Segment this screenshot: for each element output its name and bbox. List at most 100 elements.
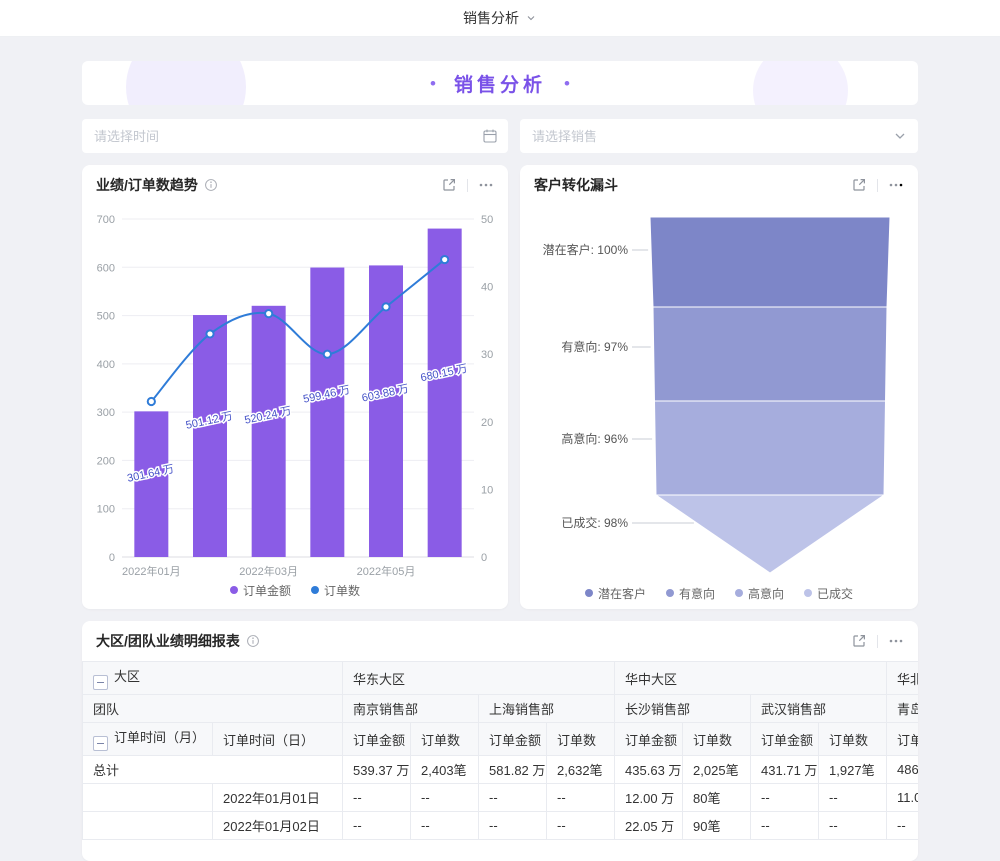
svg-text:2022年01月: 2022年01月 <box>122 564 181 577</box>
collapse-icon[interactable] <box>93 736 108 751</box>
svg-text:50: 50 <box>481 214 493 226</box>
funnel-legend: 潜在客户 有意向 高意向 已成交 <box>520 580 918 606</box>
topbar: 销售分析 <box>0 0 1000 37</box>
table-cell: -- <box>479 784 547 812</box>
funnel-title-text: 客户转化漏斗 <box>534 175 618 195</box>
export-icon[interactable] <box>441 177 457 193</box>
table-cell: -- <box>819 812 887 840</box>
team-label: 团队 <box>83 695 343 723</box>
region-col: 华北大 <box>887 662 918 695</box>
measure-header-row: 订单时间（月） 订单时间（日） 订单金额 订单数 订单金额 订单数 订单金额 订… <box>83 723 919 756</box>
card-actions <box>441 177 494 193</box>
legend-dot <box>311 586 319 594</box>
legend-item[interactable]: 订单数 <box>311 582 360 599</box>
table-row: 2022年01月01日 -- -- -- -- 12.00 万 80笔 -- -… <box>83 784 919 812</box>
report-title-text: 大区/团队业绩明细报表 <box>96 631 240 651</box>
export-icon[interactable] <box>851 177 867 193</box>
more-icon[interactable] <box>478 177 494 193</box>
trend-chart: 0100200300400500600700010203040502022年01… <box>82 205 508 577</box>
dashboard: • 销售分析 • 业绩/订单数趋势 <box>82 61 918 861</box>
table-cell: -- <box>411 812 479 840</box>
measure-col: 订单金额 <box>615 723 683 756</box>
date-cell: 2022年01月02日 <box>213 812 343 840</box>
charts-row: 业绩/订单数趋势 0100200300400500600700010203040… <box>82 165 918 609</box>
card-actions <box>851 633 904 649</box>
measure-col: 订单数 <box>411 723 479 756</box>
team-col: 南京销售部 <box>343 695 479 723</box>
table-cell: 431.71 万 <box>751 756 819 784</box>
funnel-card-title: 客户转化漏斗 <box>534 175 618 195</box>
legend-label: 订单金额 <box>243 582 291 599</box>
svg-text:400: 400 <box>97 359 115 371</box>
more-icon[interactable] <box>888 633 904 649</box>
info-icon[interactable] <box>204 178 218 192</box>
legend-dot <box>735 589 743 597</box>
table-cell: 2,632笔 <box>547 756 615 784</box>
legend-item[interactable]: 有意向 <box>666 585 715 602</box>
measure-col: 订单金额 <box>479 723 547 756</box>
more-icon[interactable] <box>888 177 904 193</box>
svg-text:有意向: 97%: 有意向: 97% <box>561 339 628 354</box>
measure-col: 订单数 <box>819 723 887 756</box>
region-header-cell: 大区 <box>83 662 343 695</box>
region-col: 华东大区 <box>343 662 615 695</box>
table-cell: 11.07 <box>887 784 918 812</box>
trend-card-title: 业绩/订单数趋势 <box>96 175 218 195</box>
svg-text:200: 200 <box>97 455 115 467</box>
table-cell: -- <box>343 784 411 812</box>
team-col: 武汉销售部 <box>751 695 887 723</box>
sales-filter[interactable] <box>520 119 918 153</box>
collapse-icon[interactable] <box>93 675 108 690</box>
table-cell: -- <box>751 784 819 812</box>
table-cell: 539.37 万 <box>343 756 411 784</box>
page-switcher[interactable]: 销售分析 <box>463 8 537 28</box>
table-cell: 581.82 万 <box>479 756 547 784</box>
info-icon[interactable] <box>246 634 260 648</box>
banner: • 销售分析 • <box>82 61 918 105</box>
legend-item[interactable]: 订单金额 <box>230 582 291 599</box>
date-cell: 2022年01月01日 <box>213 784 343 812</box>
row-label <box>83 812 213 840</box>
export-icon[interactable] <box>851 633 867 649</box>
time-filter-input[interactable] <box>82 119 508 153</box>
table-cell: 80笔 <box>683 784 751 812</box>
divider <box>467 179 468 192</box>
page: { "topbar": { "title": "销售分析" }, "banner… <box>0 0 1000 800</box>
svg-text:600: 600 <box>97 262 115 274</box>
table-row: 2022年01月02日 -- -- -- -- 22.05 万 90笔 -- -… <box>83 812 919 840</box>
table-cell: -- <box>547 784 615 812</box>
measure-col: 订单数 <box>683 723 751 756</box>
funnel-chart: 潜在客户: 100%有意向: 97%高意向: 96%已成交: 98% <box>520 205 918 580</box>
table-cell: -- <box>819 784 887 812</box>
svg-text:10: 10 <box>481 484 493 496</box>
filter-bar <box>82 119 918 153</box>
legend-item[interactable]: 高意向 <box>735 585 784 602</box>
banner-dot-right: • <box>564 75 570 92</box>
trend-card-header: 业绩/订单数趋势 <box>82 165 508 205</box>
svg-text:高意向: 96%: 高意向: 96% <box>561 431 628 446</box>
sales-filter-input[interactable] <box>520 119 918 153</box>
report-card: 大区/团队业绩明细报表 <box>82 621 918 861</box>
svg-text:300: 300 <box>97 407 115 419</box>
table-cell: 1,927笔 <box>819 756 887 784</box>
report-table: 大区 华东大区 华中大区 华北大 团队 南京销售部 上海销售部 长沙销售部 武汉… <box>82 661 918 840</box>
legend-label: 有意向 <box>679 585 715 602</box>
legend-label: 已成交 <box>817 585 853 602</box>
team-col: 上海销售部 <box>479 695 615 723</box>
team-col: 青岛销 <box>887 695 918 723</box>
row-label <box>83 784 213 812</box>
legend-dot <box>230 586 238 594</box>
svg-text:已成交: 98%: 已成交: 98% <box>561 515 628 530</box>
svg-text:40: 40 <box>481 282 493 294</box>
chevron-down-icon <box>525 12 537 24</box>
measure-col: 订单金额 <box>343 723 411 756</box>
legend-item[interactable]: 潜在客户 <box>585 585 646 602</box>
report-card-header: 大区/团队业绩明细报表 <box>82 621 918 661</box>
legend-item[interactable]: 已成交 <box>804 585 853 602</box>
table-cell: -- <box>887 812 918 840</box>
svg-text:30: 30 <box>481 349 493 361</box>
time-filter[interactable] <box>82 119 508 153</box>
legend-label: 高意向 <box>748 585 784 602</box>
divider <box>877 179 878 192</box>
table-cell: 435.63 万 <box>615 756 683 784</box>
